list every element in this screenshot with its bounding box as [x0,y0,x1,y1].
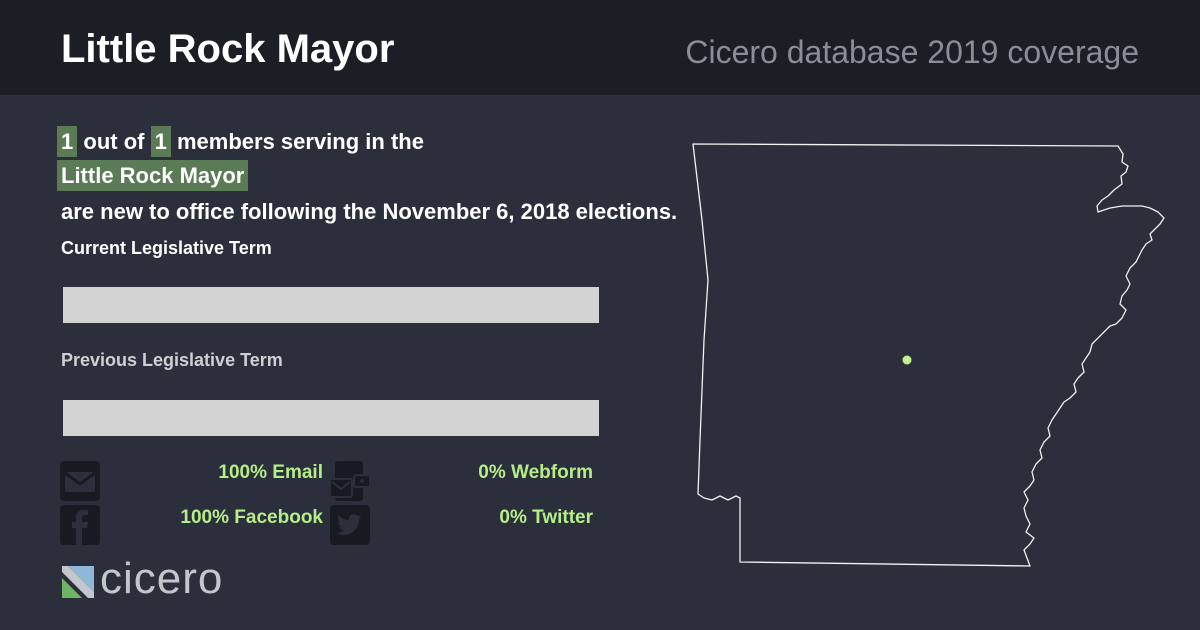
summary-line-3: are new to office following the November… [61,199,678,224]
cicero-logo-icon [62,566,94,598]
summary-members: members serving in the [176,129,424,154]
webform-icon [330,461,370,501]
previous-term-bar [63,400,599,436]
total-count: 1 [150,126,171,157]
city-marker [902,355,912,365]
summary-line-2: Little Rock Mayor [57,160,249,191]
previous-term-label: Previous Legislative Term [61,350,283,370]
state-outline [692,143,1165,567]
current-term-bar [63,287,599,323]
email-stat: 100% Email [218,462,323,483]
webform-stat: 0% Webform [478,462,593,483]
twitter-stat: 0% Twitter [499,507,593,528]
current-term-label: Current Legislative Term [61,238,272,258]
cicero-logo: cicero [62,556,272,602]
state-map [692,143,1165,567]
page-title: Little Rock Mayor [61,27,395,71]
new-count: 1 [57,126,78,157]
page-subtitle: Cicero database 2019 coverage [685,34,1139,70]
summary-out-of: out of [83,129,145,154]
header-bar: Little Rock Mayor Cicero database 2019 c… [0,0,1200,95]
cicero-logo-text: cicero [100,554,224,603]
facebook-icon [60,505,100,545]
envelope-icon [60,461,100,501]
body-name: Little Rock Mayor [57,160,249,191]
summary-line-1: 1 out of 1 members serving in the [57,126,424,157]
facebook-stat: 100% Facebook [180,507,323,528]
twitter-icon [330,505,370,545]
